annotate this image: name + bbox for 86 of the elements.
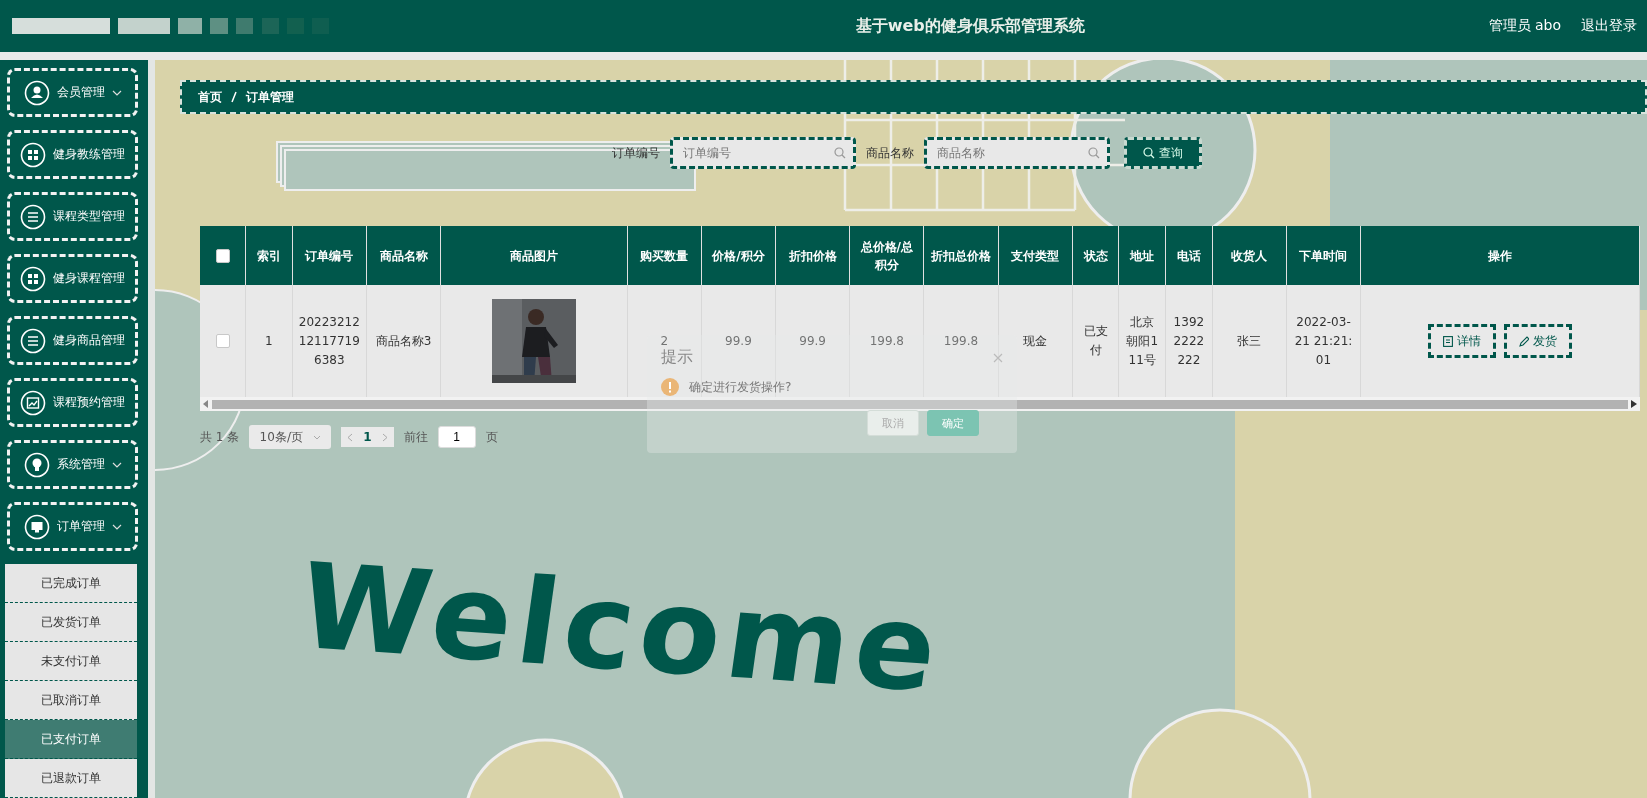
monitor-icon: [23, 513, 50, 540]
search-field[interactable]: 商品名称: [924, 137, 1110, 169]
breadcrumb-item[interactable]: 首页: [198, 88, 222, 106]
menu-item[interactable]: 健身商品管理: [7, 316, 138, 365]
chart-icon: [20, 389, 46, 416]
dialog-title: 提示: [661, 347, 693, 368]
scroll-left-icon: [203, 400, 209, 408]
dialog-message: 确定进行发货操作?: [689, 378, 792, 396]
column-header: 折扣总价格: [923, 226, 999, 285]
user-icon: [23, 79, 50, 106]
close-icon[interactable]: [993, 352, 1003, 363]
table-cell: 199.8: [923, 285, 999, 397]
row-checkbox[interactable]: [215, 334, 230, 348]
column-header: 索引: [245, 226, 293, 285]
table-cell: 张三: [1212, 285, 1287, 397]
column-header: 操作: [1360, 226, 1640, 285]
column-header: 总价格/总积分: [849, 226, 924, 285]
menu-item[interactable]: 会员管理: [7, 68, 138, 117]
table-cell: 已支付: [1072, 285, 1119, 397]
submenu-item[interactable]: 未支付订单: [5, 642, 137, 681]
search-icon: [1088, 147, 1100, 159]
scroll-right-icon: [1631, 400, 1637, 408]
breadcrumb-item[interactable]: 订单管理: [246, 88, 294, 106]
action-button[interactable]: 发货: [1504, 324, 1573, 358]
table-cell: 20223212121177196383: [292, 285, 367, 397]
submenu-item[interactable]: 已完成订单: [5, 564, 137, 603]
list-icon: [20, 327, 46, 354]
table-cell: 13922222222: [1165, 285, 1213, 397]
column-header: 收货人: [1212, 226, 1287, 285]
column-header: 购买数量: [627, 226, 702, 285]
grid-icon: [20, 141, 46, 168]
submenu-item[interactable]: 已支付订单: [5, 720, 137, 759]
submenu-item[interactable]: 已取消订单: [5, 681, 137, 720]
page-size-select[interactable]: 10条/页: [249, 425, 332, 449]
table-cell: 199.8: [849, 285, 924, 397]
next-icon: [381, 432, 388, 442]
menu-item[interactable]: 课程类型管理: [7, 192, 138, 241]
menu-item[interactable]: 订单管理: [7, 502, 138, 551]
column-header: 商品名称: [366, 226, 441, 285]
page-input[interactable]: 1: [437, 426, 476, 448]
column-header: 订单编号: [292, 226, 367, 285]
separator-icon: [230, 91, 238, 103]
pencil-icon: [1519, 335, 1530, 347]
menu-item[interactable]: 健身课程管理: [7, 254, 138, 303]
column-header: 支付类型: [998, 226, 1073, 285]
column-header: 商品图片: [440, 226, 628, 285]
warning-icon: [661, 378, 679, 396]
list-icon: [20, 203, 46, 230]
logout-link[interactable]: 退出登录: [1581, 17, 1637, 35]
field-label: 订单编号: [612, 144, 660, 162]
column-header: 折扣价格: [775, 226, 850, 285]
action-button[interactable]: 详情: [1428, 324, 1497, 358]
app-title: 基于web的健身俱乐部管理系统: [854, 15, 1086, 37]
table-cell: 商品名称3: [366, 285, 441, 397]
previous-icon: [347, 432, 354, 442]
submenu-item[interactable]: 已退款订单: [5, 759, 137, 798]
column-header: 状态: [1072, 226, 1119, 285]
horizontal-scrollbar[interactable]: [200, 397, 1640, 411]
field-label: 商品名称: [866, 144, 914, 162]
page-number[interactable]: 1: [363, 430, 372, 444]
total-count: 共 1 条: [200, 428, 240, 446]
search-icon: [834, 147, 846, 159]
menu-item[interactable]: 系统管理: [7, 440, 138, 489]
grid-icon: [20, 265, 46, 292]
page-suffix: 页: [485, 428, 498, 446]
submenu-item[interactable]: 已发货订单: [5, 603, 137, 642]
table-cell: 北京朝阳111号: [1118, 285, 1166, 397]
user-name: 管理员 abo: [1488, 17, 1561, 35]
goto-label: 前往: [403, 428, 428, 446]
search-field[interactable]: 订单编号: [670, 137, 856, 169]
welcome-text: Welcome: [291, 537, 952, 719]
column-header: 电话: [1165, 226, 1213, 285]
search-button[interactable]: 查询: [1124, 137, 1202, 169]
document-icon: [1443, 335, 1454, 347]
table-cell: 2022-03-21 21:21:01: [1286, 285, 1361, 397]
table-cell: 现金: [998, 285, 1073, 397]
chevron-icon: [312, 434, 321, 440]
table-cell: 1: [245, 285, 293, 397]
bulb-icon: [23, 451, 50, 478]
search-icon: [1143, 147, 1155, 159]
column-header: 下单时间: [1286, 226, 1361, 285]
menu-item[interactable]: 课程预约管理: [7, 378, 138, 427]
column-header: 价格/积分: [701, 226, 776, 285]
column-header: 地址: [1118, 226, 1166, 285]
menu-item[interactable]: 健身教练管理: [7, 130, 138, 179]
select-all-checkbox[interactable]: [215, 249, 230, 263]
